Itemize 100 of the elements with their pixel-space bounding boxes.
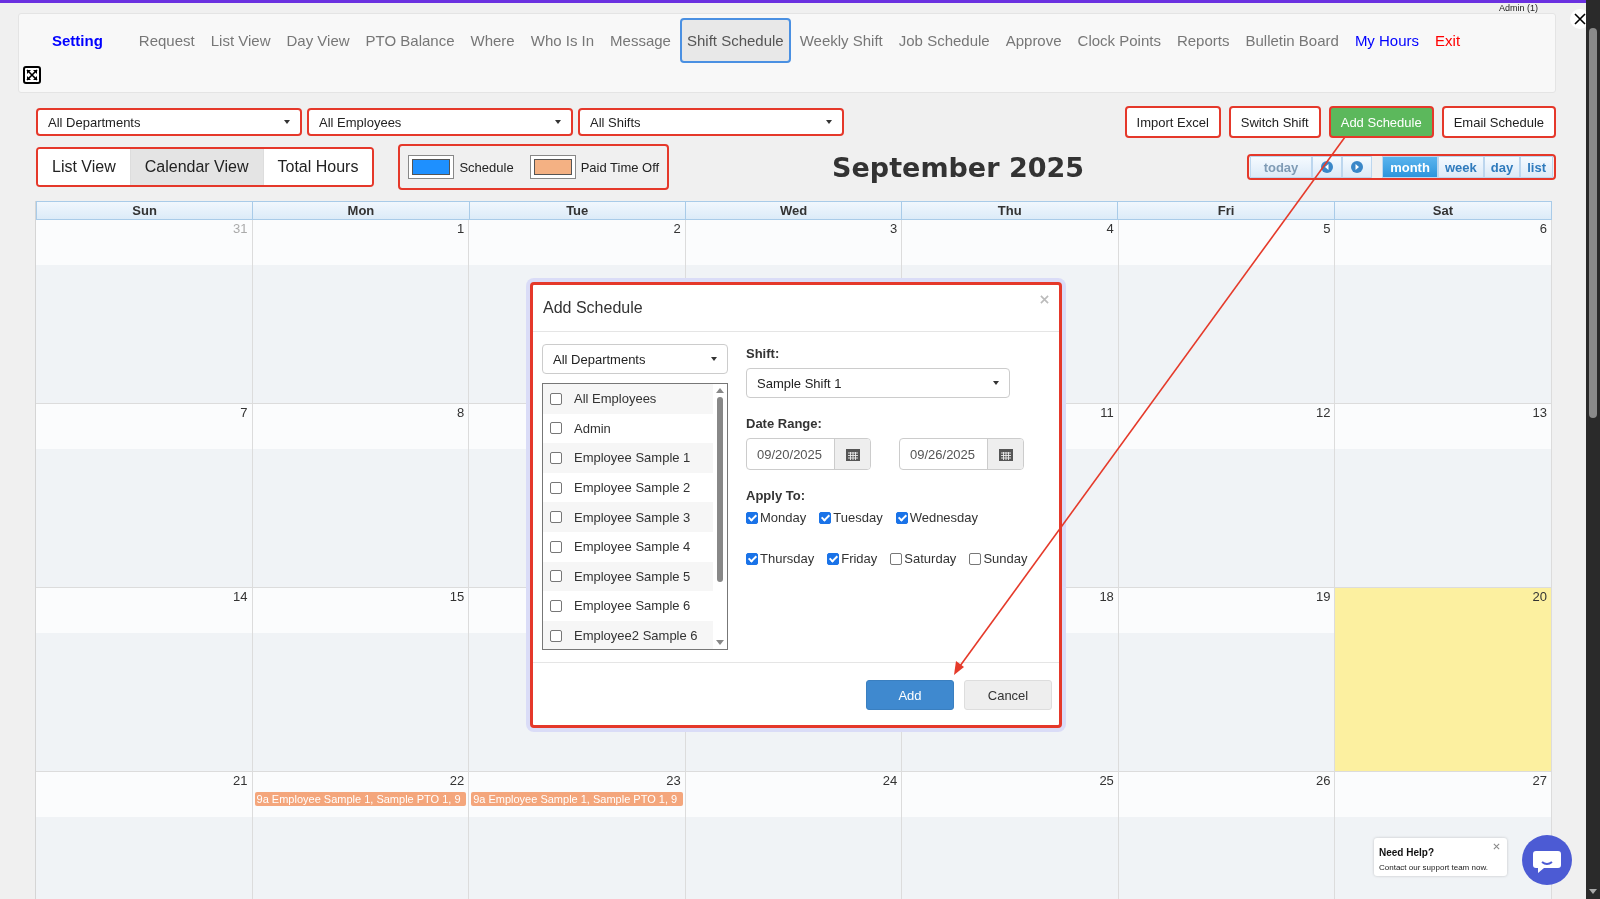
filter-dropdown[interactable]: All Employees	[307, 108, 573, 136]
date-field[interactable]: 09/20/2025	[746, 438, 871, 470]
view-button[interactable]: week	[1438, 156, 1484, 178]
next-icon[interactable]	[1351, 161, 1363, 173]
day-number: 26	[1315, 773, 1331, 790]
nav-link[interactable]: Approve	[998, 17, 1069, 63]
chat-icon[interactable]	[1522, 835, 1572, 885]
day-number: 24	[882, 773, 898, 790]
employee-option[interactable]: Admin	[543, 413, 713, 444]
weekday-checkbox[interactable]: Sunday	[969, 551, 1028, 566]
day-number: 2	[673, 221, 681, 238]
add-button[interactable]: Add	[866, 680, 954, 710]
day-number: 23	[666, 773, 681, 790]
legend-swatch	[408, 155, 455, 179]
day-number: 21	[233, 773, 248, 790]
department-dropdown[interactable]: All Departments	[542, 344, 728, 374]
employee-option[interactable]: Employee Sample 4	[543, 531, 713, 562]
employee-option[interactable]: Employee Sample 1	[543, 443, 713, 473]
calendar-icon[interactable]	[845, 447, 860, 461]
day-number: 15	[449, 589, 465, 606]
day-number: 1	[456, 221, 465, 238]
shift-dropdown[interactable]: Sample Shift 1	[746, 368, 1010, 398]
day-number: 31	[233, 221, 248, 238]
nav-link[interactable]: Shift Schedule	[679, 17, 791, 63]
day-number: 5	[1323, 221, 1331, 238]
next-button[interactable]	[1342, 156, 1372, 178]
weekday-header: Sun	[37, 202, 254, 219]
nav-link[interactable]: My Hours	[1347, 17, 1427, 63]
day-number: 25	[1099, 773, 1114, 790]
field-label: Shift:	[746, 346, 781, 361]
legend-swatch	[529, 155, 576, 179]
view-tab[interactable]: Calendar View	[130, 149, 264, 185]
day-number: 20	[1532, 589, 1547, 606]
weekday-header: Mon	[253, 202, 470, 219]
weekday-header: Wed	[685, 202, 903, 219]
date-field[interactable]: 09/26/2025	[899, 438, 1024, 470]
user-label: Admin (1)	[1499, 4, 1538, 13]
view-button[interactable]: list	[1520, 156, 1553, 178]
nav-link[interactable]: Job Schedule	[891, 17, 997, 63]
weekday-checkbox[interactable]: Tuesday	[819, 510, 883, 525]
nav-link[interactable]: PTO Balance	[358, 17, 462, 63]
day-number: 22	[449, 773, 465, 790]
scrollbar[interactable]	[1586, 0, 1600, 899]
day-number: 19	[1315, 589, 1331, 606]
day-number: 18	[1099, 589, 1114, 606]
nav-link[interactable]: Bulletin Board	[1238, 17, 1346, 63]
weekday-checkbox[interactable]: Thursday	[746, 551, 815, 566]
day-number: 6	[1539, 221, 1547, 238]
weekday-header: Fri	[1118, 202, 1335, 219]
calendar-title: September 2025	[831, 151, 1086, 183]
calendar-icon[interactable]	[998, 447, 1013, 461]
day-number: 7	[240, 405, 248, 422]
nav-link[interactable]: Clock Points	[1070, 17, 1168, 63]
weekday-header: Tue	[469, 202, 686, 219]
filter-dropdown[interactable]: All Shifts	[578, 108, 844, 136]
nav-link[interactable]: List View	[203, 17, 278, 63]
nav-link[interactable]: Message	[603, 17, 678, 63]
weekday-header: Thu	[902, 202, 1119, 219]
weekday-header: Sat	[1431, 202, 1454, 219]
nav-link[interactable]: Day View	[279, 17, 357, 63]
previous-icon[interactable]	[1321, 161, 1333, 173]
employee-option[interactable]: Employee2 Sample 6	[543, 620, 713, 649]
field-label: Apply To:	[746, 488, 806, 503]
weekday-checkbox[interactable]: Monday	[746, 510, 807, 525]
day-number: 13	[1532, 405, 1547, 422]
nav-link[interactable]: Reports	[1169, 17, 1237, 63]
nav-link[interactable]: Who Is In	[523, 17, 602, 63]
nav-link[interactable]: Exit	[1428, 17, 1468, 63]
view-tab[interactable]: List View	[38, 149, 131, 185]
nav-link[interactable]: Setting	[45, 17, 110, 63]
day-number: 12	[1315, 405, 1331, 422]
weekday-checkbox[interactable]: Friday	[827, 551, 878, 566]
weekday-checkbox[interactable]: Saturday	[890, 551, 957, 566]
fullscreen-icon[interactable]	[23, 66, 41, 84]
day-number: 8	[456, 405, 465, 422]
nav-link[interactable]: Where	[463, 17, 522, 63]
employee-option[interactable]: Employee Sample 5	[543, 561, 713, 592]
employee-option[interactable]: Employee Sample 2	[543, 472, 713, 503]
filter-dropdown[interactable]: All Departments	[36, 108, 302, 136]
weekday-checkbox[interactable]: Wednesday	[895, 510, 979, 525]
day-number: 3	[890, 221, 898, 238]
legend-label: Paid Time Off	[580, 159, 660, 175]
day-number: 11	[1100, 405, 1114, 422]
employee-option[interactable]: Employee Sample 3	[543, 502, 713, 532]
view-button[interactable]: day	[1483, 156, 1521, 178]
day-number: 27	[1532, 773, 1547, 790]
nav-link[interactable]: Weekly Shift	[792, 17, 890, 63]
action-button[interactable]: Import Excel	[1124, 106, 1221, 138]
help-title: Need Help?	[1379, 847, 1434, 858]
day-number: 14	[233, 589, 248, 606]
action-button[interactable]: Email Schedule	[1441, 106, 1556, 138]
action-button[interactable]: Switch Shift	[1228, 106, 1321, 138]
nav-link[interactable]: Request	[131, 17, 202, 63]
legend-label: Schedule	[459, 159, 514, 175]
employee-option[interactable]: All Employees	[543, 384, 713, 414]
field-label: Date Range:	[746, 416, 823, 431]
dialog-title: Add Schedule	[543, 299, 643, 317]
cancel-button[interactable]: Cancel	[964, 680, 1052, 710]
employee-option[interactable]: Employee Sample 6	[543, 591, 713, 621]
day-number: 4	[1106, 221, 1114, 238]
